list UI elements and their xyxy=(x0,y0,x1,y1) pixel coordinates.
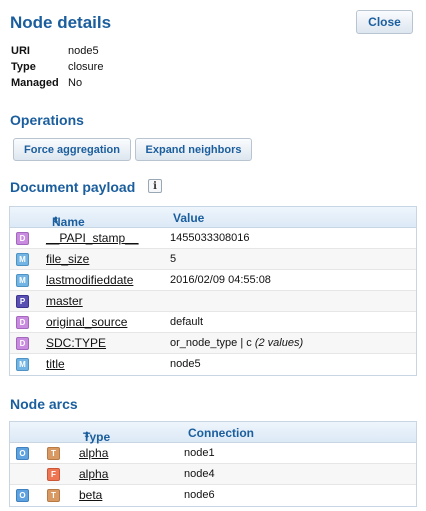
node-arcs-heading: Node arcs xyxy=(10,396,78,412)
metadata-type-badge: M xyxy=(16,358,29,371)
arcs-table: Type ⬍ Connection O T alpha node1 F alpha… xyxy=(9,421,417,507)
table-row: O T alpha node1 xyxy=(10,443,416,464)
metadata-type-badge: M xyxy=(16,274,29,287)
property-key: Managed xyxy=(11,77,59,89)
outgoing-direction-badge: O xyxy=(16,447,29,460)
table-row: O T beta node6 xyxy=(10,485,416,506)
table-row: M lastmodifieddate 2016/02/09 04:55:08 xyxy=(10,270,416,291)
document-type-badge: D xyxy=(16,316,29,329)
document-payload-heading: Document payload xyxy=(10,179,136,195)
table-row: D original_source default xyxy=(10,312,416,333)
property-key: URI xyxy=(11,45,30,57)
arc-type-badge: T xyxy=(47,447,60,460)
field-value: node5 xyxy=(170,358,201,370)
info-icon[interactable]: i xyxy=(148,179,162,193)
property-row: Type closure xyxy=(11,59,103,75)
multi-value-note: (2 values) xyxy=(254,337,304,349)
connection-column-header[interactable]: Connection xyxy=(188,426,254,440)
field-name-link[interactable]: title xyxy=(46,357,65,371)
arc-type-link[interactable]: beta xyxy=(79,488,102,502)
field-name-link[interactable]: lastmodifieddate xyxy=(46,273,133,287)
arc-connection: node6 xyxy=(184,489,215,501)
property-type-badge: P xyxy=(16,295,29,308)
arc-connection: node4 xyxy=(184,468,215,480)
outgoing-direction-badge: O xyxy=(16,489,29,502)
property-key: Type xyxy=(11,61,36,73)
document-type-badge: D xyxy=(16,337,29,350)
property-value: node5 xyxy=(68,45,99,57)
field-name-link[interactable]: original_source xyxy=(46,315,127,329)
field-name-link[interactable]: master xyxy=(46,294,83,308)
value-column-header[interactable]: Value xyxy=(173,211,204,225)
arc-type-link[interactable]: alpha xyxy=(79,467,108,481)
payload-table: Name ⬍ Value D __PAPI_stamp__ 14550333080… xyxy=(9,206,417,376)
field-value: or_node_type | c (2 values) xyxy=(170,337,304,349)
close-button[interactable]: Close xyxy=(356,10,413,34)
payload-table-header: Name ⬍ Value xyxy=(10,207,416,229)
expand-neighbors-button[interactable]: Expand neighbors xyxy=(135,138,252,161)
field-value: 1455033308016 xyxy=(170,232,250,244)
field-value: default xyxy=(170,316,204,328)
property-row: Managed No xyxy=(11,75,103,91)
table-row: M title node5 xyxy=(10,354,416,375)
sort-icon: ⬍ xyxy=(83,430,91,440)
field-name-link[interactable]: __PAPI_stamp__ xyxy=(46,231,139,245)
field-name-link[interactable]: SDC:TYPE xyxy=(46,336,106,350)
table-row: D SDC:TYPE or_node_type | c (2 values) xyxy=(10,333,416,354)
property-value: No xyxy=(68,77,83,89)
metadata-type-badge: M xyxy=(16,253,29,266)
arc-connection: node1 xyxy=(184,447,215,459)
table-row: P master xyxy=(10,291,416,312)
field-name-link[interactable]: file_size xyxy=(46,252,89,266)
sort-icon: ⬍ xyxy=(52,215,60,225)
document-type-badge: D xyxy=(16,232,29,245)
force-aggregation-button[interactable]: Force aggregation xyxy=(13,138,131,161)
page-title: Node details xyxy=(10,13,112,32)
arc-type-badge: T xyxy=(47,489,60,502)
table-row: M file_size 5 xyxy=(10,249,416,270)
table-row: D __PAPI_stamp__ 1455033308016 xyxy=(10,228,416,249)
arc-type-badge: F xyxy=(47,468,60,481)
arcs-table-header: Type ⬍ Connection xyxy=(10,422,416,444)
operations-heading: Operations xyxy=(10,112,84,128)
node-properties: URI node5 Type closure Managed No xyxy=(11,43,103,91)
property-row: URI node5 xyxy=(11,43,103,59)
field-value: 2016/02/09 04:55:08 xyxy=(170,274,271,286)
table-row: F alpha node4 xyxy=(10,464,416,485)
arc-type-link[interactable]: alpha xyxy=(79,446,108,460)
property-value: closure xyxy=(68,61,104,73)
field-value: 5 xyxy=(170,253,177,265)
